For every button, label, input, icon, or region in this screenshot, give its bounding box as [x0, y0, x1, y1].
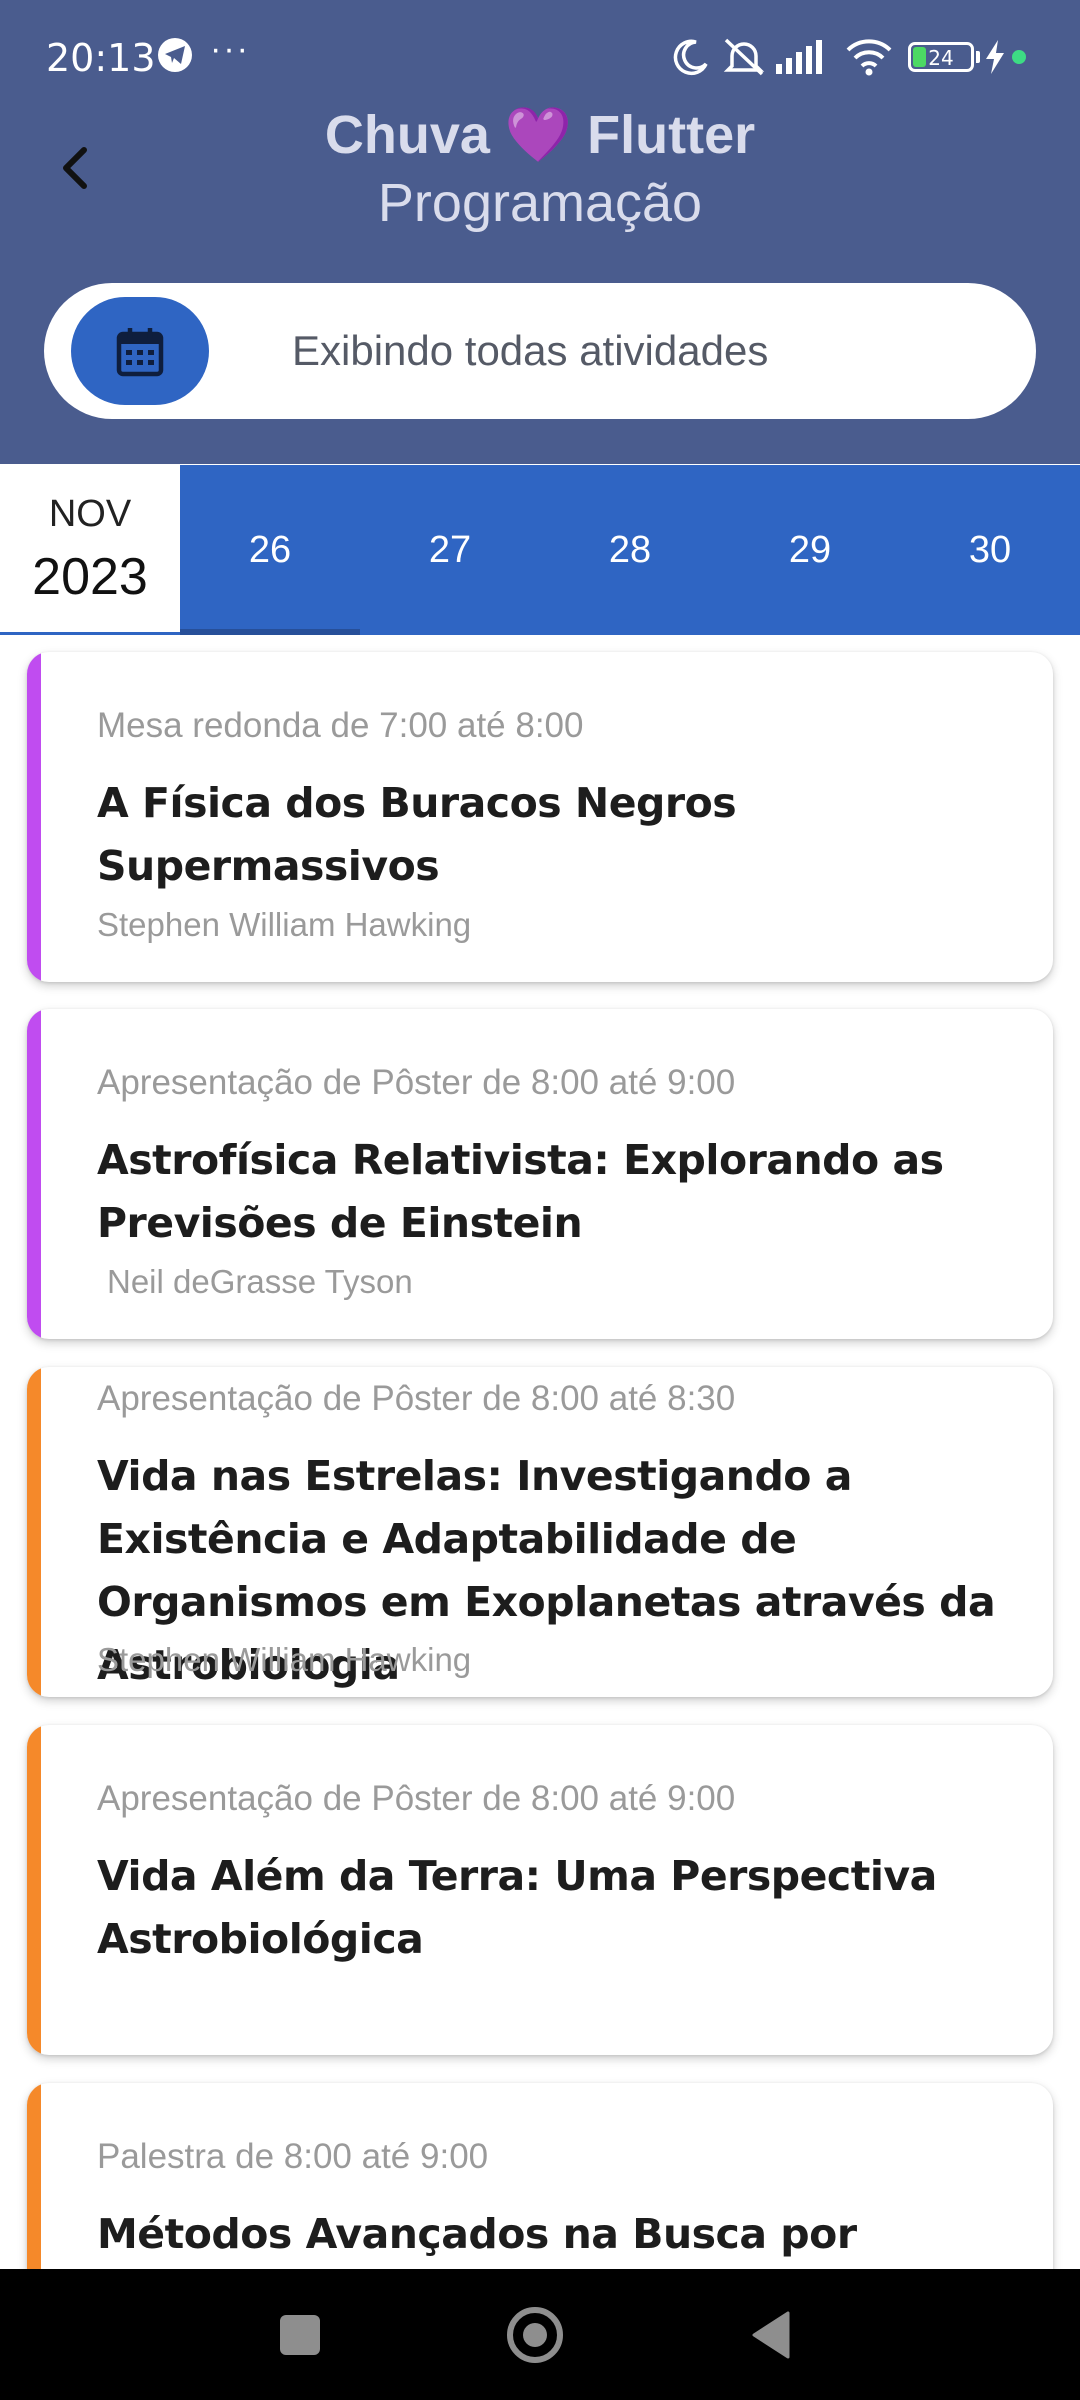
day-tab-29[interactable]: 29: [720, 465, 900, 635]
battery-cap: [976, 51, 980, 63]
telegram-icon: [158, 38, 192, 72]
wifi-icon: [846, 39, 892, 76]
status-icons: 24: [672, 34, 1032, 78]
status-time: 20:13: [46, 36, 156, 80]
activity-card[interactable]: Palestra de 8:00 até 9:00 Métodos Avança…: [27, 2083, 1053, 2269]
activity-list[interactable]: Mesa redonda de 7:00 até 8:00 A Física d…: [0, 636, 1080, 2269]
activity-title: Métodos Avançados na Busca por Inteligên…: [97, 2210, 857, 2258]
activity-speaker: Neil deGrasse Tyson: [107, 1263, 413, 1300]
signal-icon: [776, 40, 822, 74]
activity-card[interactable]: Apresentação de Pôster de 8:00 até 8:30 …: [27, 1367, 1053, 1697]
activity-card[interactable]: Apresentação de Pôster de 8:00 até 9:00 …: [27, 1009, 1053, 1339]
calendar-filter-button[interactable]: [71, 297, 209, 405]
more-notifications-icon: ···: [210, 30, 250, 68]
vibrate-off-icon: [723, 38, 765, 76]
activity-speaker: Stephen William Hawking: [97, 1641, 472, 1678]
activity-title: A Física dos Buracos Negros Supermassivo…: [97, 779, 737, 890]
date-selector: NOV 2023 26 27 28 29 30: [0, 465, 1080, 635]
battery-level: 24: [928, 46, 954, 70]
activity-type-bar: [27, 1367, 41, 1697]
activity-meta: Palestra de 8:00 até 9:00: [97, 2137, 489, 2176]
activity-meta: Mesa redonda de 7:00 até 8:00: [97, 706, 584, 745]
month-year-box: NOV 2023: [0, 465, 180, 635]
page-title: Chuva 💜 Flutter: [324, 105, 756, 165]
activity-type-bar: [27, 1725, 41, 2055]
activity-card[interactable]: Mesa redonda de 7:00 até 8:00 A Física d…: [27, 652, 1053, 982]
day-tab-28[interactable]: 28: [540, 465, 720, 635]
recents-square-icon[interactable]: [280, 2315, 320, 2355]
page-subtitle: Programação: [377, 173, 703, 233]
day-tab-30[interactable]: 30: [900, 465, 1080, 635]
activity-type-bar: [27, 652, 41, 982]
app-header: 20:13 ··· 24 Chuva 💜 Flutter Programação…: [0, 0, 1080, 464]
charging-icon: [986, 40, 1004, 74]
back-triangle-icon[interactable]: [752, 2311, 790, 2359]
day-tab-26[interactable]: 26: [180, 465, 360, 635]
calendar-icon: [116, 328, 164, 377]
activity-title: Vida Além da Terra: Uma Perspectiva Astr…: [97, 1852, 937, 1963]
month-label: NOV: [48, 493, 132, 535]
charging-indicator-dot: [1012, 50, 1026, 64]
year-label: 2023: [32, 548, 148, 606]
day-tab-27[interactable]: 27: [360, 465, 540, 635]
activity-meta: Apresentação de Pôster de 8:00 até 8:30: [97, 1379, 736, 1418]
selected-day-indicator: [180, 629, 360, 635]
activity-title: Astrofísica Relativista: Explorando as P…: [97, 1136, 944, 1247]
activity-meta: Apresentação de Pôster de 8:00 até 9:00: [97, 1063, 736, 1102]
home-dot: [523, 2323, 547, 2347]
activity-meta: Apresentação de Pôster de 8:00 até 9:00: [97, 1779, 736, 1818]
status-bar: 20:13 ··· 24: [0, 0, 1080, 115]
activity-type-bar: [27, 1009, 41, 1339]
filter-label: Exibindo todas atividades: [292, 327, 769, 374]
activity-card[interactable]: Apresentação de Pôster de 8:00 até 9:00 …: [27, 1725, 1053, 2055]
moon-icon: [673, 39, 708, 76]
home-circle-icon[interactable]: [507, 2307, 563, 2363]
activity-speaker: Stephen William Hawking: [97, 906, 472, 943]
system-nav-bar: [0, 2269, 1080, 2400]
activity-type-bar: [27, 2083, 41, 2269]
battery-icon: 24: [908, 42, 974, 72]
activity-filter[interactable]: Exibindo todas atividades: [44, 283, 1036, 419]
